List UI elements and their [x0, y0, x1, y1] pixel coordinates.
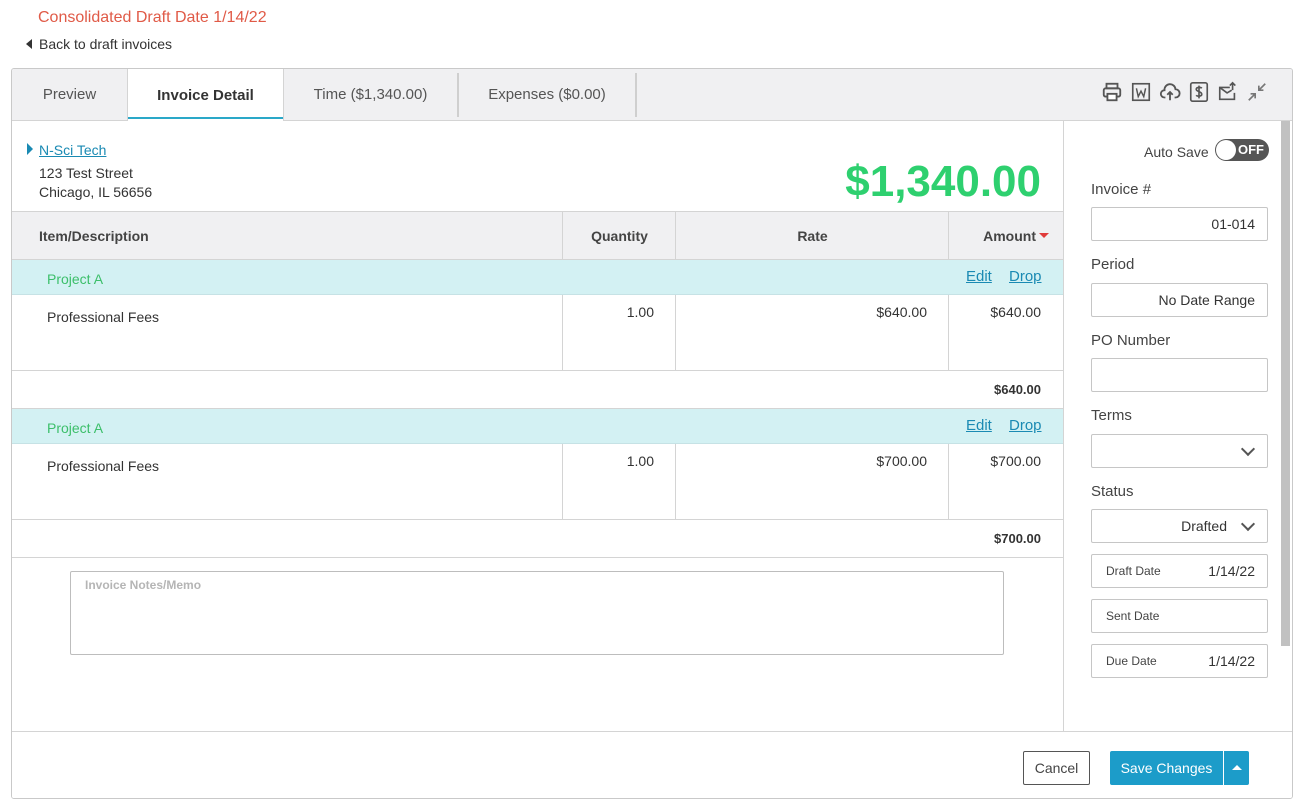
sidebar-scrollbar[interactable]	[1281, 121, 1290, 646]
invoice-total: $1,340.00	[845, 157, 1041, 206]
caret-up-icon	[1232, 765, 1242, 770]
auto-save-label: Auto Save	[1144, 144, 1209, 160]
invoice-number-label: Invoice #	[1091, 181, 1152, 198]
project-row: Project A Edit Drop	[12, 409, 1063, 444]
project-name: Project A	[47, 271, 104, 287]
header-rate[interactable]: Rate	[676, 212, 949, 259]
auto-save-toggle[interactable]: OFF	[1215, 139, 1269, 161]
invoice-number-field[interactable]	[1091, 207, 1268, 241]
tab-time[interactable]: Time ($1,340.00)	[284, 69, 457, 120]
edit-project-link[interactable]: Edit	[966, 268, 992, 285]
back-link-label: Back to draft invoices	[39, 36, 173, 52]
item-rate: $700.00	[876, 453, 927, 469]
status-value: Drafted	[1181, 518, 1227, 534]
client-address-line1: 123 Test Street	[39, 165, 133, 181]
client-address-line2: Chicago, IL 56656	[39, 184, 153, 200]
table-row[interactable]: Professional Fees 1.00 $640.00 $640.00	[12, 295, 1063, 371]
drop-project-link[interactable]: Drop	[1009, 268, 1042, 285]
tab-bar: Preview Invoice Detail Time ($1,340.00) …	[12, 69, 1292, 121]
status-label: Status	[1091, 483, 1134, 500]
group-subtotal: $700.00	[994, 531, 1041, 546]
draft-date-label: Draft Date	[1106, 564, 1161, 578]
page-title: Consolidated Draft Date 1/14/22	[38, 9, 267, 26]
toggle-knob	[1216, 140, 1236, 160]
tab-divider	[635, 73, 637, 117]
dollar-icon[interactable]	[1188, 80, 1210, 104]
back-arrow-icon	[26, 39, 32, 49]
chevron-down-icon	[1240, 441, 1256, 457]
invoice-sidebar: Auto Save OFF Invoice # Period PO Number…	[1063, 121, 1292, 731]
project-name: Project A	[47, 420, 104, 436]
invoice-detail-main: N-Sci Tech 123 Test Street Chicago, IL 5…	[12, 121, 1063, 731]
subtotal-row: $700.00	[12, 520, 1063, 558]
header-amount-label: Amount	[983, 227, 1036, 244]
invoice-items-table: Item/Description Quantity Rate Amount Pr…	[12, 211, 1063, 558]
header-amount[interactable]: Amount	[949, 212, 1063, 259]
due-date-label: Due Date	[1106, 654, 1157, 668]
period-field[interactable]	[1091, 283, 1268, 317]
status-select[interactable]: Drafted	[1091, 509, 1268, 543]
item-amount: $640.00	[990, 304, 1041, 320]
back-to-draft-invoices-link[interactable]: Back to draft invoices	[26, 36, 172, 52]
save-changes-button[interactable]: Save Changes	[1110, 751, 1223, 785]
sent-date-field[interactable]: Sent Date	[1091, 599, 1268, 633]
tab-invoice-detail[interactable]: Invoice Detail	[127, 69, 284, 121]
item-quantity: 1.00	[626, 453, 654, 469]
invoice-notes-textarea[interactable]	[70, 571, 1004, 655]
project-row: Project A Edit Drop	[12, 260, 1063, 295]
table-row[interactable]: Professional Fees 1.00 $700.00 $700.00	[12, 444, 1063, 520]
period-label: Period	[1091, 256, 1135, 273]
item-quantity: 1.00	[626, 304, 654, 320]
tab-expenses[interactable]: Expenses ($0.00)	[459, 69, 635, 120]
terms-select[interactable]	[1091, 434, 1268, 468]
save-options-button[interactable]	[1224, 751, 1249, 785]
table-header: Item/Description Quantity Rate Amount	[12, 211, 1063, 260]
header-item-description[interactable]: Item/Description	[39, 212, 149, 259]
header-quantity[interactable]: Quantity	[563, 212, 676, 259]
invoice-panel: Preview Invoice Detail Time ($1,340.00) …	[11, 68, 1293, 799]
edit-project-link[interactable]: Edit	[966, 417, 992, 434]
client-name-link[interactable]: N-Sci Tech	[39, 142, 106, 158]
sent-date-label: Sent Date	[1106, 609, 1160, 623]
drop-project-link[interactable]: Drop	[1009, 417, 1042, 434]
cancel-button[interactable]: Cancel	[1023, 751, 1090, 785]
subtotal-row: $640.00	[12, 371, 1063, 409]
word-icon[interactable]	[1130, 80, 1152, 104]
printer-icon[interactable]	[1101, 80, 1123, 104]
item-amount: $700.00	[990, 453, 1041, 469]
item-rate: $640.00	[876, 304, 927, 320]
po-number-label: PO Number	[1091, 332, 1171, 349]
due-date-value: 1/14/22	[1208, 653, 1255, 669]
chevron-down-icon	[1240, 516, 1256, 532]
auto-save-state: OFF	[1238, 142, 1264, 157]
draft-date-value: 1/14/22	[1208, 563, 1255, 579]
email-send-icon[interactable]	[1217, 80, 1239, 104]
item-description: Professional Fees	[47, 309, 160, 325]
tab-preview[interactable]: Preview	[12, 69, 127, 120]
po-number-field[interactable]	[1091, 358, 1268, 392]
terms-label: Terms	[1091, 407, 1132, 424]
toolbar-icons	[1101, 80, 1268, 104]
expand-caret-icon[interactable]	[27, 143, 33, 155]
footer-bar: Cancel Save Changes	[12, 731, 1292, 798]
item-description: Professional Fees	[47, 458, 160, 474]
upload-cloud-icon[interactable]	[1159, 80, 1181, 104]
group-subtotal: $640.00	[994, 382, 1041, 397]
sort-desc-icon	[1039, 233, 1049, 238]
draft-date-field[interactable]: Draft Date 1/14/22	[1091, 554, 1268, 588]
due-date-field[interactable]: Due Date 1/14/22	[1091, 644, 1268, 678]
collapse-arrows-icon[interactable]	[1246, 80, 1268, 104]
